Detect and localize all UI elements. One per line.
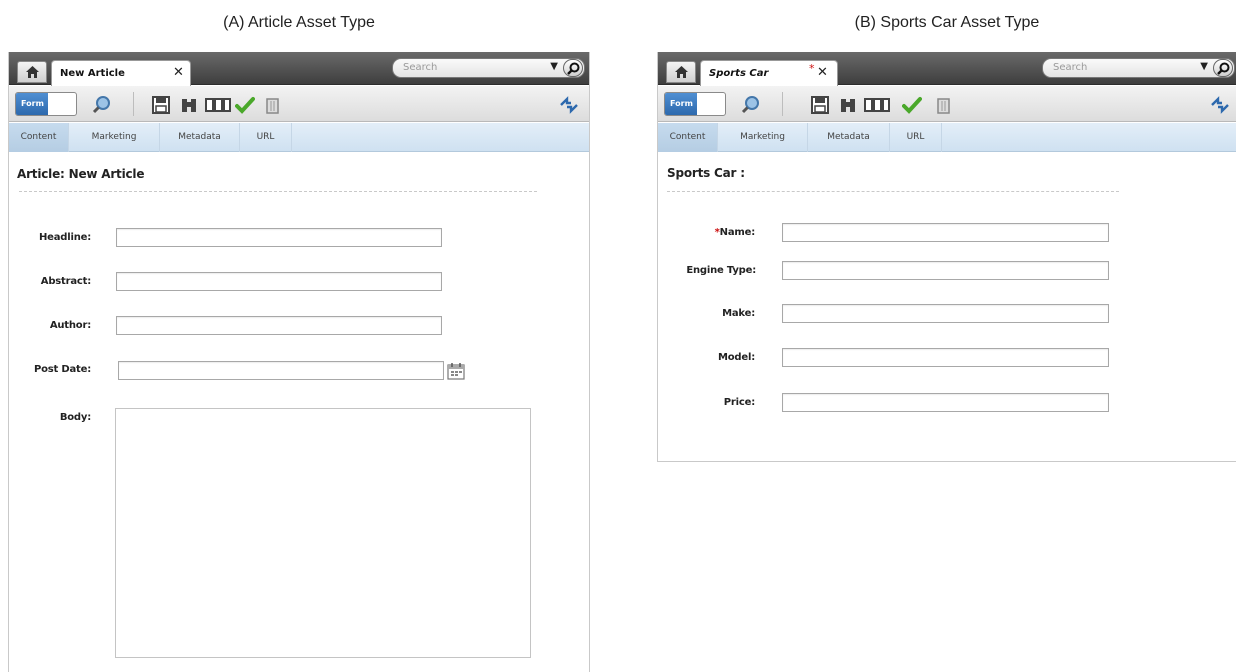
tab-url[interactable]: URL (890, 123, 942, 152)
search-input[interactable]: Search (1053, 62, 1087, 73)
home-icon (675, 66, 688, 78)
abstract-label: Abstract: (40, 276, 91, 287)
post-date-label: Post Date: (33, 364, 91, 375)
chevron-down-icon[interactable]: ▼ (550, 61, 558, 72)
divider (667, 191, 1119, 192)
form-title: Article: New Article (17, 167, 145, 181)
name-field[interactable] (782, 223, 1109, 242)
form-toggle-label: Form (665, 93, 697, 115)
form-toggle-label: Form (16, 93, 48, 115)
form-toggle[interactable]: Form (15, 92, 77, 116)
headline-label: Headline: (38, 232, 91, 243)
home-button[interactable] (17, 61, 47, 83)
headline-field[interactable] (116, 228, 442, 247)
price-field[interactable] (782, 393, 1109, 412)
post-date-field[interactable] (118, 361, 444, 380)
save-icon[interactable] (810, 95, 830, 115)
tab-metadata[interactable]: Metadata (808, 123, 890, 152)
author-field[interactable] (116, 316, 442, 335)
columns-icon[interactable] (864, 95, 890, 115)
divider (19, 191, 537, 192)
name-label-text: Name: (719, 227, 756, 238)
calendar-icon[interactable] (447, 362, 465, 380)
home-icon (26, 66, 39, 78)
top-bar: New Article ✕ Search ▼ (9, 52, 589, 86)
toolbar: Form (9, 86, 589, 122)
close-icon[interactable]: ✕ (817, 65, 828, 80)
abstract-field[interactable] (116, 272, 442, 291)
tab-sports-car[interactable]: Sports Car * ✕ (700, 60, 838, 86)
columns-icon[interactable] (205, 95, 231, 115)
tab-new-article[interactable]: New Article ✕ (51, 60, 191, 86)
search-box[interactable]: Search ▼ (1042, 58, 1235, 78)
make-label: Make: (722, 308, 755, 319)
zoom-icon[interactable] (92, 95, 112, 115)
save-icon[interactable] (151, 95, 171, 115)
search-input[interactable]: Search (403, 62, 437, 73)
binoculars-icon[interactable] (179, 95, 199, 115)
sync-arrows-icon[interactable] (1210, 95, 1230, 115)
tab-content[interactable]: Content (9, 123, 69, 152)
tab-content[interactable]: Content (658, 123, 718, 152)
sync-arrows-icon[interactable] (559, 95, 579, 115)
search-button[interactable] (1213, 59, 1233, 77)
sports-car-panel: Sports Car * ✕ Search ▼ Form Content Mar… (657, 52, 1236, 462)
model-field[interactable] (782, 348, 1109, 367)
tab-title: Sports Car (709, 68, 769, 79)
toolbar-separator (133, 92, 134, 116)
tab-marketing[interactable]: Marketing (718, 123, 808, 152)
form-title: Sports Car : (667, 166, 745, 180)
tab-metadata[interactable]: Metadata (160, 123, 240, 152)
make-field[interactable] (782, 304, 1109, 323)
tab-url[interactable]: URL (240, 123, 292, 152)
search-icon (1217, 62, 1230, 75)
body-label: Body: (59, 412, 91, 423)
home-button[interactable] (666, 61, 696, 83)
modified-marker: * (809, 62, 815, 75)
toolbar: Form (658, 86, 1236, 122)
model-label: Model: (718, 352, 755, 363)
caption-article: (A) Article Asset Type (223, 14, 375, 31)
chevron-down-icon[interactable]: ▼ (1200, 61, 1208, 72)
tab-marketing[interactable]: Marketing (69, 123, 160, 152)
close-icon[interactable]: ✕ (173, 65, 184, 80)
price-label: Price: (723, 397, 755, 408)
body-textarea[interactable] (115, 408, 531, 658)
zoom-icon[interactable] (741, 95, 761, 115)
subtabs: Content Marketing Metadata URL (9, 123, 589, 152)
approve-check-icon[interactable] (902, 95, 922, 115)
engine-type-field[interactable] (782, 261, 1109, 280)
subtabs: Content Marketing Metadata URL (658, 123, 1236, 152)
engine-type-label: Engine Type: (686, 265, 756, 276)
name-label: *Name: (658, 227, 756, 238)
form-toggle[interactable]: Form (664, 92, 726, 116)
top-bar: Sports Car * ✕ Search ▼ (658, 52, 1236, 86)
search-box[interactable]: Search ▼ (392, 58, 585, 78)
article-panel: New Article ✕ Search ▼ Form Content Mark… (8, 52, 590, 672)
delete-trash-icon[interactable] (263, 95, 283, 115)
binoculars-icon[interactable] (838, 95, 858, 115)
author-label: Author: (49, 320, 91, 331)
caption-sports-car: (B) Sports Car Asset Type (854, 14, 1040, 31)
approve-check-icon[interactable] (235, 95, 255, 115)
toolbar-separator (782, 92, 783, 116)
delete-trash-icon[interactable] (934, 95, 954, 115)
search-button[interactable] (563, 59, 583, 77)
search-icon (567, 62, 580, 75)
tab-title: New Article (60, 68, 125, 79)
